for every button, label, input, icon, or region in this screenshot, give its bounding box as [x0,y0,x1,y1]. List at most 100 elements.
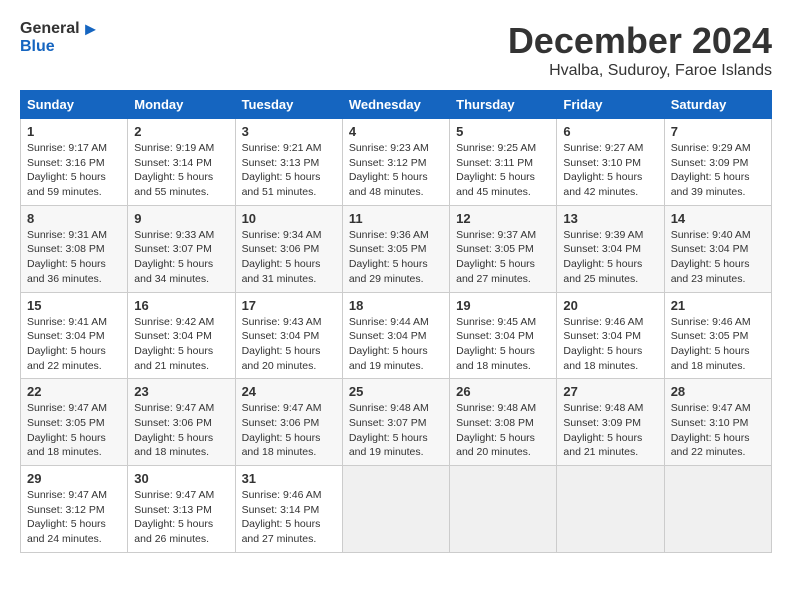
calendar-day-cell: 22 Sunrise: 9:47 AMSunset: 3:05 PMDaylig… [21,379,128,466]
day-detail: Sunrise: 9:23 AMSunset: 3:12 PMDaylight:… [349,142,429,198]
day-number: 16 [134,298,228,313]
day-number: 29 [27,471,121,486]
day-detail: Sunrise: 9:42 AMSunset: 3:04 PMDaylight:… [134,316,214,372]
calendar-day-cell: 8 Sunrise: 9:31 AMSunset: 3:08 PMDayligh… [21,205,128,292]
day-number: 8 [27,211,121,226]
day-detail: Sunrise: 9:44 AMSunset: 3:04 PMDaylight:… [349,316,429,372]
day-detail: Sunrise: 9:47 AMSunset: 3:10 PMDaylight:… [671,402,751,458]
calendar-day-cell: 7 Sunrise: 9:29 AMSunset: 3:09 PMDayligh… [664,119,771,206]
calendar-title-area: December 2024 Hvalba, Suduroy, Faroe Isl… [508,20,772,80]
calendar-day-cell: 18 Sunrise: 9:44 AMSunset: 3:04 PMDaylig… [342,292,449,379]
day-number: 26 [456,384,550,399]
day-detail: Sunrise: 9:47 AMSunset: 3:06 PMDaylight:… [242,402,322,458]
day-number: 27 [563,384,657,399]
calendar-week-row: 15 Sunrise: 9:41 AMSunset: 3:04 PMDaylig… [21,292,772,379]
day-detail: Sunrise: 9:47 AMSunset: 3:12 PMDaylight:… [27,489,107,545]
day-detail: Sunrise: 9:34 AMSunset: 3:06 PMDaylight:… [242,229,322,285]
day-detail: Sunrise: 9:46 AMSunset: 3:04 PMDaylight:… [563,316,643,372]
calendar-day-cell [664,466,771,553]
day-number: 25 [349,384,443,399]
calendar-day-cell: 17 Sunrise: 9:43 AMSunset: 3:04 PMDaylig… [235,292,342,379]
day-number: 1 [27,124,121,139]
day-detail: Sunrise: 9:46 AMSunset: 3:14 PMDaylight:… [242,489,322,545]
day-number: 24 [242,384,336,399]
calendar-day-cell: 25 Sunrise: 9:48 AMSunset: 3:07 PMDaylig… [342,379,449,466]
weekday-header-friday: Friday [557,91,664,119]
day-number: 28 [671,384,765,399]
day-detail: Sunrise: 9:37 AMSunset: 3:05 PMDaylight:… [456,229,536,285]
calendar-day-cell: 27 Sunrise: 9:48 AMSunset: 3:09 PMDaylig… [557,379,664,466]
calendar-day-cell: 1 Sunrise: 9:17 AMSunset: 3:16 PMDayligh… [21,119,128,206]
day-detail: Sunrise: 9:43 AMSunset: 3:04 PMDaylight:… [242,316,322,372]
day-detail: Sunrise: 9:17 AMSunset: 3:16 PMDaylight:… [27,142,107,198]
calendar-day-cell [342,466,449,553]
day-number: 11 [349,211,443,226]
day-number: 22 [27,384,121,399]
weekday-header-tuesday: Tuesday [235,91,342,119]
calendar-day-cell: 6 Sunrise: 9:27 AMSunset: 3:10 PMDayligh… [557,119,664,206]
page-header: General ► Blue December 2024 Hvalba, Sud… [20,20,772,80]
logo: General ► Blue [20,20,99,56]
month-title: December 2024 [508,20,772,62]
day-number: 13 [563,211,657,226]
day-detail: Sunrise: 9:48 AMSunset: 3:07 PMDaylight:… [349,402,429,458]
day-number: 2 [134,124,228,139]
calendar-day-cell: 10 Sunrise: 9:34 AMSunset: 3:06 PMDaylig… [235,205,342,292]
weekday-header-saturday: Saturday [664,91,771,119]
day-number: 12 [456,211,550,226]
calendar-day-cell: 31 Sunrise: 9:46 AMSunset: 3:14 PMDaylig… [235,466,342,553]
day-detail: Sunrise: 9:48 AMSunset: 3:09 PMDaylight:… [563,402,643,458]
calendar-day-cell: 29 Sunrise: 9:47 AMSunset: 3:12 PMDaylig… [21,466,128,553]
day-detail: Sunrise: 9:41 AMSunset: 3:04 PMDaylight:… [27,316,107,372]
weekday-header-sunday: Sunday [21,91,128,119]
calendar-table: SundayMondayTuesdayWednesdayThursdayFrid… [20,90,772,553]
calendar-day-cell: 24 Sunrise: 9:47 AMSunset: 3:06 PMDaylig… [235,379,342,466]
calendar-day-cell: 12 Sunrise: 9:37 AMSunset: 3:05 PMDaylig… [450,205,557,292]
weekday-header-monday: Monday [128,91,235,119]
day-detail: Sunrise: 9:47 AMSunset: 3:05 PMDaylight:… [27,402,107,458]
calendar-day-cell: 20 Sunrise: 9:46 AMSunset: 3:04 PMDaylig… [557,292,664,379]
day-detail: Sunrise: 9:45 AMSunset: 3:04 PMDaylight:… [456,316,536,372]
calendar-day-cell: 30 Sunrise: 9:47 AMSunset: 3:13 PMDaylig… [128,466,235,553]
day-number: 17 [242,298,336,313]
day-number: 31 [242,471,336,486]
day-number: 23 [134,384,228,399]
calendar-day-cell: 28 Sunrise: 9:47 AMSunset: 3:10 PMDaylig… [664,379,771,466]
day-number: 4 [349,124,443,139]
weekday-header-thursday: Thursday [450,91,557,119]
weekday-header-row: SundayMondayTuesdayWednesdayThursdayFrid… [21,91,772,119]
calendar-day-cell: 14 Sunrise: 9:40 AMSunset: 3:04 PMDaylig… [664,205,771,292]
day-number: 10 [242,211,336,226]
calendar-day-cell: 21 Sunrise: 9:46 AMSunset: 3:05 PMDaylig… [664,292,771,379]
calendar-day-cell: 11 Sunrise: 9:36 AMSunset: 3:05 PMDaylig… [342,205,449,292]
calendar-day-cell: 19 Sunrise: 9:45 AMSunset: 3:04 PMDaylig… [450,292,557,379]
calendar-day-cell: 4 Sunrise: 9:23 AMSunset: 3:12 PMDayligh… [342,119,449,206]
day-detail: Sunrise: 9:31 AMSunset: 3:08 PMDaylight:… [27,229,107,285]
day-detail: Sunrise: 9:27 AMSunset: 3:10 PMDaylight:… [563,142,643,198]
day-detail: Sunrise: 9:25 AMSunset: 3:11 PMDaylight:… [456,142,536,198]
day-number: 18 [349,298,443,313]
day-number: 20 [563,298,657,313]
day-number: 30 [134,471,228,486]
day-detail: Sunrise: 9:47 AMSunset: 3:13 PMDaylight:… [134,489,214,545]
logo-bird-icon: ► [82,20,100,38]
calendar-week-row: 22 Sunrise: 9:47 AMSunset: 3:05 PMDaylig… [21,379,772,466]
calendar-day-cell: 23 Sunrise: 9:47 AMSunset: 3:06 PMDaylig… [128,379,235,466]
calendar-day-cell: 13 Sunrise: 9:39 AMSunset: 3:04 PMDaylig… [557,205,664,292]
calendar-day-cell: 16 Sunrise: 9:42 AMSunset: 3:04 PMDaylig… [128,292,235,379]
calendar-week-row: 8 Sunrise: 9:31 AMSunset: 3:08 PMDayligh… [21,205,772,292]
location-title: Hvalba, Suduroy, Faroe Islands [508,62,772,80]
day-number: 3 [242,124,336,139]
day-detail: Sunrise: 9:47 AMSunset: 3:06 PMDaylight:… [134,402,214,458]
calendar-week-row: 1 Sunrise: 9:17 AMSunset: 3:16 PMDayligh… [21,119,772,206]
day-detail: Sunrise: 9:33 AMSunset: 3:07 PMDaylight:… [134,229,214,285]
calendar-week-row: 29 Sunrise: 9:47 AMSunset: 3:12 PMDaylig… [21,466,772,553]
day-detail: Sunrise: 9:46 AMSunset: 3:05 PMDaylight:… [671,316,751,372]
day-number: 21 [671,298,765,313]
day-number: 6 [563,124,657,139]
calendar-day-cell [557,466,664,553]
day-detail: Sunrise: 9:48 AMSunset: 3:08 PMDaylight:… [456,402,536,458]
day-detail: Sunrise: 9:40 AMSunset: 3:04 PMDaylight:… [671,229,751,285]
day-detail: Sunrise: 9:36 AMSunset: 3:05 PMDaylight:… [349,229,429,285]
calendar-day-cell: 15 Sunrise: 9:41 AMSunset: 3:04 PMDaylig… [21,292,128,379]
